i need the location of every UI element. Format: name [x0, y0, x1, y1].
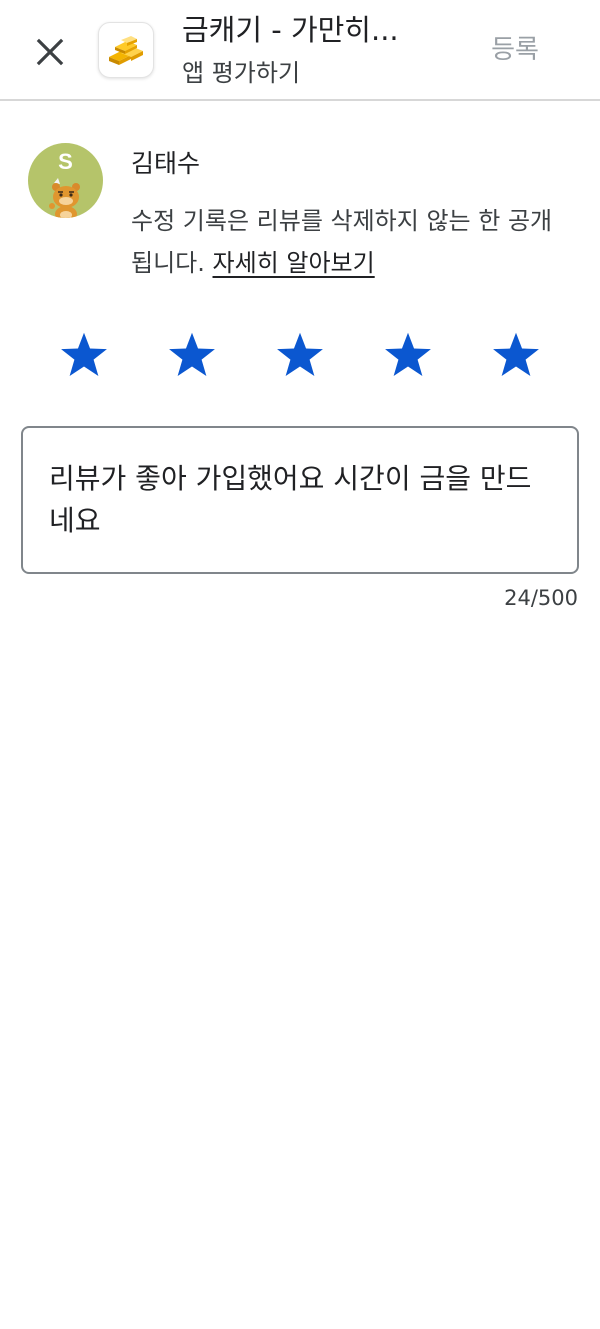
app-icon — [98, 22, 154, 78]
avatar: S — [28, 143, 103, 218]
character-sticker-icon — [49, 178, 80, 218]
user-name: 김태수 — [131, 149, 201, 178]
star-4-button[interactable] — [378, 325, 438, 385]
app-title: 금캐기 - 가만히... — [182, 13, 399, 47]
star-1-button[interactable] — [54, 325, 114, 385]
star-icon — [61, 332, 107, 377]
review-text-field[interactable]: 리뷰가 좋아 가입했어요 시간이 금을 만드네요 — [21, 426, 579, 574]
character-counter: 24/500 — [504, 586, 578, 610]
gold-bars-icon — [109, 36, 143, 65]
avatar-letter: S — [58, 149, 73, 174]
star-2-button[interactable] — [162, 325, 222, 385]
submit-button[interactable]: 등록 — [476, 28, 554, 72]
star-icon — [385, 332, 431, 377]
top-app-bar: 금캐기 - 가만히... 앱 평가하기 등록 — [0, 0, 600, 101]
star-3-button[interactable] — [270, 325, 330, 385]
public-review-notice: 수정 기록은 리뷰를 삭제하지 않는 한 공개됩니다. 자세히 알아보기 — [131, 200, 571, 284]
star-icon — [493, 332, 539, 377]
learn-more-link[interactable]: 자세히 알아보기 — [213, 249, 375, 277]
review-text: 리뷰가 좋아 가입했어요 시간이 금을 만드네요 — [49, 462, 532, 537]
page-subtitle: 앱 평가하기 — [182, 59, 301, 87]
star-5-button[interactable] — [486, 325, 546, 385]
close-icon — [36, 38, 64, 66]
close-button[interactable] — [28, 30, 72, 74]
star-rating — [30, 325, 570, 385]
star-icon — [277, 332, 323, 377]
star-icon — [169, 332, 215, 377]
